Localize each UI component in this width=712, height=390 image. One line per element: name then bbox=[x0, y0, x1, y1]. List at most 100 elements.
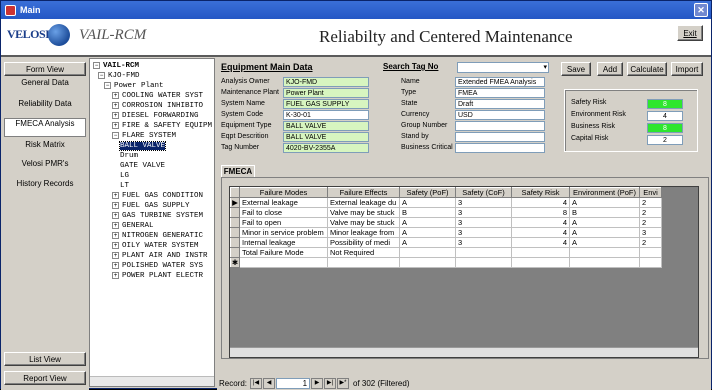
tree-node[interactable]: BALL VALVE bbox=[118, 141, 167, 151]
close-icon[interactable]: ✕ bbox=[694, 3, 708, 17]
new-row-icon[interactable]: ✱ bbox=[230, 257, 240, 268]
table-cell[interactable]: Valve may be stuck bbox=[327, 207, 400, 218]
collapse-icon[interactable]: − bbox=[104, 81, 111, 89]
expand-icon[interactable]: + bbox=[112, 121, 119, 129]
table-cell[interactable]: 4 bbox=[511, 197, 570, 208]
column-header[interactable]: Safety Risk bbox=[511, 187, 570, 198]
save-button[interactable]: Save bbox=[561, 62, 591, 76]
table-cell[interactable]: A bbox=[399, 227, 456, 238]
tree-root[interactable]: − VAIL-RCM bbox=[93, 61, 139, 71]
nav-item-general-data[interactable]: General Data bbox=[4, 78, 86, 87]
table-cell[interactable]: 3 bbox=[455, 227, 512, 238]
field-value[interactable]: BALL VALVE bbox=[283, 132, 369, 142]
table-cell[interactable]: A bbox=[399, 237, 456, 248]
tree-node[interactable]: GATE VALVE bbox=[120, 161, 165, 171]
table-cell[interactable]: 2 bbox=[639, 197, 662, 208]
table-cell[interactable]: External leakage du bbox=[327, 197, 400, 208]
tree-node[interactable]: + NITROGEN GENERATIC bbox=[112, 231, 203, 241]
previous-record-icon[interactable]: ◀ bbox=[263, 377, 276, 389]
expand-icon[interactable]: + bbox=[112, 201, 119, 209]
table-cell[interactable]: A bbox=[399, 197, 456, 208]
table-cell[interactable]: Valve may be stuck bbox=[327, 217, 400, 228]
table-cell[interactable]: Internal leakage bbox=[239, 237, 328, 248]
nav-item-velosi-pmrs[interactable]: Velosi PMR's bbox=[4, 159, 86, 168]
tree-node[interactable]: + GENERAL bbox=[112, 221, 154, 231]
tree-node[interactable]: + DIESEL FORWARDING bbox=[112, 111, 199, 121]
add-button[interactable]: Add bbox=[597, 62, 623, 76]
table-cell[interactable] bbox=[569, 257, 640, 268]
table-cell[interactable] bbox=[511, 257, 570, 268]
field-value[interactable]: FMEA bbox=[455, 88, 545, 98]
expand-icon[interactable]: + bbox=[112, 101, 119, 109]
row-selector[interactable] bbox=[230, 227, 240, 238]
nav-item-risk-matrix[interactable]: Risk Matrix bbox=[4, 140, 86, 149]
table-cell[interactable]: 3 bbox=[455, 237, 512, 248]
table-cell[interactable]: A bbox=[399, 217, 456, 228]
table-cell[interactable] bbox=[399, 247, 456, 258]
tree-node[interactable]: + FUEL GAS CONDITION bbox=[112, 191, 203, 201]
field-value[interactable]: K-30-01 bbox=[283, 110, 369, 120]
table-cell[interactable]: A bbox=[569, 227, 640, 238]
expand-icon[interactable]: + bbox=[112, 111, 119, 119]
table-cell[interactable]: A bbox=[569, 217, 640, 228]
table-cell[interactable] bbox=[455, 257, 512, 268]
field-value[interactable]: Power Plant bbox=[283, 88, 369, 98]
list-view-button[interactable]: List View bbox=[4, 352, 86, 366]
table-cell[interactable]: 4 bbox=[511, 237, 570, 248]
chevron-down-icon[interactable]: ▾ bbox=[543, 63, 547, 71]
table-cell[interactable] bbox=[399, 257, 456, 268]
table-cell[interactable]: 4 bbox=[511, 217, 570, 228]
field-value[interactable] bbox=[455, 143, 545, 153]
column-header[interactable]: Environment (PoF) bbox=[569, 187, 640, 198]
table-cell[interactable]: B bbox=[399, 207, 456, 218]
table-cell[interactable]: Fail to close bbox=[239, 207, 328, 218]
table-cell[interactable]: 2 bbox=[639, 217, 662, 228]
field-value[interactable] bbox=[455, 132, 545, 142]
table-cell[interactable]: 3 bbox=[455, 197, 512, 208]
table-cell[interactable] bbox=[639, 257, 662, 268]
column-header[interactable]: Safety (CoF) bbox=[455, 187, 512, 198]
collapse-icon[interactable]: − bbox=[98, 71, 105, 79]
expand-icon[interactable]: + bbox=[112, 211, 119, 219]
collapse-icon[interactable]: − bbox=[93, 61, 100, 69]
table-cell[interactable]: A bbox=[569, 197, 640, 208]
expand-icon[interactable]: + bbox=[112, 91, 119, 99]
table-cell[interactable] bbox=[239, 257, 328, 268]
expand-icon[interactable]: + bbox=[112, 261, 119, 269]
table-row[interactable]: ▶ External leakage External leakage du A 3 4 A… bbox=[230, 197, 662, 208]
table-cell[interactable]: 3 bbox=[455, 207, 512, 218]
field-value[interactable]: USD bbox=[455, 110, 545, 120]
table-cell[interactable] bbox=[639, 247, 662, 258]
table-row[interactable]: Minor in service problem Minor leakage fr… bbox=[230, 227, 662, 238]
table-cell[interactable] bbox=[569, 247, 640, 258]
tab-fmeca[interactable]: FMECA bbox=[221, 165, 255, 177]
table-cell[interactable]: 2 bbox=[639, 207, 662, 218]
nav-item-fmeca-analysis[interactable]: FMECA Analysis bbox=[4, 118, 86, 137]
table-cell[interactable]: 2 bbox=[639, 237, 662, 248]
field-value[interactable]: FUEL GAS SUPPLY bbox=[283, 99, 369, 109]
equipment-tree[interactable]: − VAIL-RCM − KJO-FMD − Power Plant + COOLING W… bbox=[89, 58, 215, 387]
column-header[interactable]: Safety (PoF) bbox=[399, 187, 456, 198]
expand-icon[interactable]: + bbox=[112, 251, 119, 259]
record-number-input[interactable]: 1 bbox=[276, 377, 311, 389]
report-view-button[interactable]: Report View bbox=[4, 371, 86, 385]
nav-item-history-records[interactable]: History Records bbox=[4, 179, 86, 188]
field-value[interactable]: KJO-FMD bbox=[283, 77, 369, 87]
next-record-icon[interactable]: ▶ bbox=[311, 377, 324, 389]
tree-node[interactable]: + FIRE & SAFETY EQUIPM bbox=[112, 121, 212, 131]
row-selector[interactable] bbox=[230, 237, 240, 248]
tree-horizontal-scrollbar[interactable] bbox=[90, 376, 214, 386]
table-row[interactable]: Fail to close Valve may be stuck B 3 8 B 2 bbox=[230, 207, 662, 218]
form-view-button[interactable]: Form View bbox=[4, 62, 86, 76]
expand-icon[interactable]: + bbox=[112, 271, 119, 279]
nav-item-reliability-data[interactable]: Reliability Data bbox=[4, 99, 86, 108]
search-tag-dropdown[interactable]: ▾ bbox=[457, 62, 549, 73]
import-button[interactable]: Import bbox=[671, 62, 703, 76]
table-cell[interactable] bbox=[327, 257, 400, 268]
field-value[interactable]: 4020-BV-2355A bbox=[283, 143, 369, 153]
table-cell[interactable]: External leakage bbox=[239, 197, 328, 208]
row-selector[interactable] bbox=[230, 207, 240, 218]
table-cell[interactable] bbox=[455, 247, 512, 258]
field-value[interactable] bbox=[455, 121, 545, 131]
table-cell[interactable]: Possibility of medi bbox=[327, 237, 400, 248]
